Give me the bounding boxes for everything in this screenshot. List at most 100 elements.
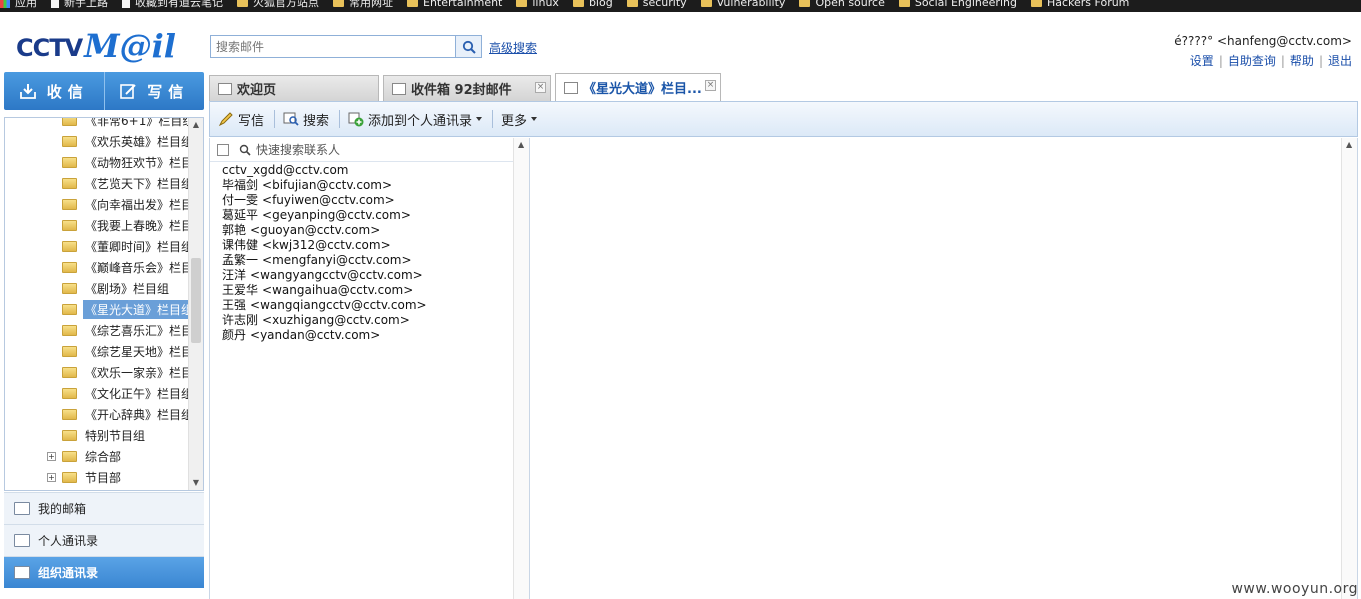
bookmark-item[interactable]: security — [626, 0, 687, 9]
user-link[interactable]: 帮助 — [1290, 54, 1314, 68]
contact-row[interactable]: 王强 <wangqiangcctv@cctv.com> — [222, 298, 529, 313]
quick-search-input[interactable]: 快速搜索联系人 — [256, 141, 340, 158]
tree-node[interactable]: 《开心辞典》栏目组 — [5, 404, 189, 425]
cctv-mail-logo[interactable]: CCTV M@il — [16, 26, 176, 62]
tree-node[interactable]: 《动物狂欢节》栏目组 — [5, 152, 189, 173]
tree-node-label: 节目部 — [85, 471, 122, 485]
write-icon — [120, 84, 136, 99]
search-input[interactable] — [210, 35, 457, 58]
contact-row[interactable]: 汪洋 <wangyangcctv@cctv.com> — [222, 268, 529, 283]
contact-row[interactable]: 毕福剑 <bifujian@cctv.com> — [222, 178, 529, 193]
contact-row[interactable]: 许志刚 <xuzhigang@cctv.com> — [222, 313, 529, 328]
tree-node-label: 《我要上春晚》栏目组 — [85, 219, 189, 233]
contact-name: 毕福剑 — [222, 178, 259, 192]
close-icon[interactable]: × — [705, 80, 716, 91]
tree-node[interactable]: 《我要上春晚》栏目组 — [5, 215, 189, 236]
tree-node[interactable]: 《文化正午》栏目组 — [5, 383, 189, 404]
tree-node[interactable]: 《欢乐英雄》栏目组 — [5, 131, 189, 152]
write-button[interactable]: 写信 — [103, 72, 205, 110]
folder-icon — [516, 0, 528, 7]
tree-node-label: 《开心辞典》栏目组 — [85, 408, 189, 422]
tree-node[interactable]: 《巅峰音乐会》栏目组 — [5, 257, 189, 278]
tree-scrollbar[interactable]: ▲ ▼ — [188, 118, 203, 490]
bookmark-item[interactable]: Open source — [799, 0, 885, 9]
user-link[interactable]: 退出 — [1328, 54, 1352, 68]
toolbar-divider — [492, 110, 494, 128]
bookmark-item[interactable]: Social Engineering — [898, 0, 1017, 9]
toolbar-search-button[interactable]: 搜索 — [283, 110, 329, 129]
contact-row[interactable]: 王爱华 <wangaihua@cctv.com> — [222, 283, 529, 298]
bookmark-item[interactable]: Entertainment — [407, 0, 502, 9]
contact-name: 汪洋 — [222, 268, 247, 282]
contact-email: <wangyangcctv@cctv.com> — [250, 268, 423, 282]
scroll-up-icon[interactable]: ▲ — [518, 140, 524, 149]
tree-node[interactable]: 《董卿时间》栏目组 — [5, 236, 189, 257]
tab-item[interactable]: 《星光大道》栏目... × — [555, 73, 721, 101]
bookmark-item[interactable]: 常用网址 — [333, 0, 393, 9]
toolbar-divider — [274, 110, 276, 128]
contact-row[interactable]: cctv_xgdd@cctv.com — [222, 163, 529, 178]
user-link[interactable]: 自助查询 — [1228, 54, 1276, 68]
bookmark-item[interactable]: 火狐官方站点 — [237, 0, 319, 9]
bookmark-item[interactable]: blog — [572, 0, 613, 9]
contact-row[interactable]: 课伟健 <kwj312@cctv.com> — [222, 238, 529, 253]
contact-email: <bifujian@cctv.com> — [262, 178, 393, 192]
select-all-checkbox[interactable] — [217, 143, 229, 156]
tree-node[interactable]: 特别节目组 — [5, 425, 189, 446]
receive-button[interactable]: 收信 — [4, 72, 104, 110]
tree-node[interactable]: 《艺览天下》栏目组 — [5, 173, 189, 194]
user-link[interactable]: 设置 — [1190, 54, 1214, 68]
expand-icon[interactable]: + — [47, 452, 56, 461]
contact-row[interactable]: 郭艳 <guoyan@cctv.com> — [222, 223, 529, 238]
folder-icon — [898, 0, 910, 7]
bookmark-label: linux — [532, 0, 559, 9]
scroll-down-icon[interactable]: ▼ — [189, 476, 203, 490]
leftnav-item[interactable]: 组织通讯录 — [4, 556, 204, 588]
expand-icon[interactable]: + — [47, 473, 56, 482]
scroll-up-icon[interactable]: ▲ — [189, 118, 203, 132]
tab-item[interactable]: 欢迎页 — [209, 75, 379, 101]
tree-node[interactable]: 《剧场》栏目组 — [5, 278, 189, 299]
folder-icon — [572, 0, 584, 7]
close-icon[interactable]: × — [535, 82, 546, 93]
bookmark-item[interactable]: Hackers Forum — [1030, 0, 1129, 9]
logo-part-mail: M@il — [84, 27, 176, 65]
tree-node[interactable]: 《向幸福出发》栏目组 — [5, 194, 189, 215]
tree-node[interactable]: + 综合部 — [5, 446, 189, 467]
toolbar-more-button[interactable]: 更多 — [501, 110, 538, 129]
folder-icon — [407, 0, 418, 7]
user-links: 设置 | 自助查询 | 帮助 | 退出 — [1190, 52, 1352, 69]
contact-list-scrollbar[interactable]: ▲ — [513, 138, 529, 599]
bookmark-label: Entertainment — [423, 0, 503, 9]
toolbar-write-button[interactable]: 写信 — [218, 110, 264, 129]
tree-node[interactable]: 《星光大道》栏目组 — [5, 299, 189, 320]
contact-row[interactable]: 付一雯 <fuyiwen@cctv.com> — [222, 193, 529, 208]
detail-scrollbar[interactable]: ▲ — [1341, 138, 1357, 599]
watermark: www.wooyun.org — [1231, 581, 1358, 597]
advanced-search-link[interactable]: 高级搜索 — [489, 39, 537, 56]
search-contact-icon — [283, 112, 299, 126]
bookmark-item[interactable]: 应用 — [0, 0, 37, 9]
tree-node[interactable]: + 节目部 — [5, 467, 189, 488]
bookmark-item[interactable]: 收藏到有道云笔记 — [122, 0, 223, 9]
leftnav-item[interactable]: 我的邮箱 — [4, 492, 204, 524]
scroll-up-icon[interactable]: ▲ — [1346, 140, 1352, 149]
tree-node[interactable]: 《综艺喜乐汇》栏目组 — [5, 320, 189, 341]
contact-row[interactable]: 孟繁一 <mengfanyi@cctv.com> — [222, 253, 529, 268]
folder-icon — [62, 118, 77, 126]
tree-node[interactable]: 《非常6+1》栏目组 — [5, 118, 189, 131]
leftnav-item[interactable]: 个人通讯录 — [4, 524, 204, 556]
bookmark-label: Social Engineering — [914, 0, 1017, 9]
bookmark-item[interactable]: Vulnerability — [700, 0, 785, 9]
toolbar-add-contact-button[interactable]: 添加到个人通讯录 — [348, 110, 483, 129]
tree-node[interactable]: 《综艺星天地》栏目组 — [5, 341, 189, 362]
search-button[interactable] — [456, 35, 482, 58]
contact-row[interactable]: 颜丹 <yandan@cctv.com> — [222, 328, 529, 343]
bookmark-item[interactable]: 新手上路 — [51, 0, 108, 9]
scroll-thumb[interactable] — [191, 258, 201, 343]
tab-item[interactable]: 收件箱 92封邮件 × — [383, 75, 551, 101]
contact-card-icon — [564, 81, 578, 94]
contact-row[interactable]: 葛延平 <geyanping@cctv.com> — [222, 208, 529, 223]
tree-node[interactable]: 《欢乐一家亲》栏目组 — [5, 362, 189, 383]
bookmark-item[interactable]: linux — [516, 0, 559, 9]
